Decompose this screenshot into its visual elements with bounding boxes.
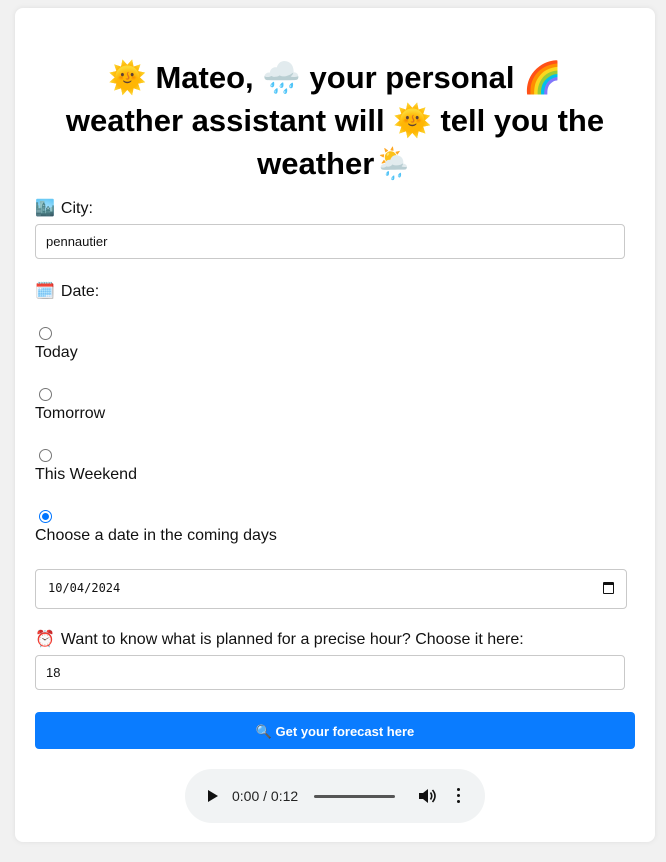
sun-emoji: 🌞	[108, 60, 147, 95]
radio-this-weekend-label: This Weekend	[35, 466, 137, 483]
radio-today-label: Today	[35, 344, 78, 361]
audio-seek-bar[interactable]	[314, 795, 395, 798]
title-part-2: weather assistant will	[65, 103, 385, 138]
date-picker-input[interactable]: 10/04/2024	[35, 569, 627, 609]
city-label: 🏙️ City:	[35, 199, 93, 219]
more-options-icon[interactable]	[455, 788, 463, 804]
sun-rain-emoji: 🌦️	[374, 146, 413, 181]
weather-form-card: 🌞 Mateo, 🌧️ your personal 🌈 weather assi…	[15, 8, 655, 842]
radio-tomorrow-label: Tomorrow	[35, 405, 106, 422]
page-title: 🌞 Mateo, 🌧️ your personal 🌈 weather assi…	[35, 56, 635, 185]
radio-this-weekend[interactable]	[39, 449, 52, 462]
hour-label-text: Want to know what is planned for a preci…	[60, 631, 524, 648]
rainbow-emoji: 🌈	[523, 60, 562, 95]
date-label: 🗓️ Date:	[35, 282, 99, 302]
title-name: Mateo,	[155, 60, 254, 95]
date-label-text: Date:	[60, 283, 100, 300]
play-icon[interactable]	[208, 790, 218, 802]
get-forecast-button[interactable]: 🔍 Get your forecast here	[35, 712, 635, 749]
radio-choose-date-label: Choose a date in the coming days	[35, 527, 277, 544]
rain-cloud-emoji: 🌧️	[262, 60, 301, 95]
hour-input[interactable]	[35, 655, 625, 690]
city-label-text: City:	[60, 200, 93, 217]
city-input[interactable]	[35, 224, 625, 259]
radio-choose-date[interactable]	[39, 510, 52, 523]
volume-icon[interactable]	[418, 788, 436, 804]
get-forecast-label: Get your forecast here	[275, 724, 415, 739]
audio-time: 0:00 / 0:12	[232, 788, 299, 804]
calendar-icon[interactable]	[603, 582, 614, 594]
city-icon: 🏙️	[35, 200, 55, 217]
date-picker-value: 10/04/2024	[48, 581, 121, 595]
title-part-1: your personal	[309, 60, 515, 95]
alarm-clock-icon: ⏰	[35, 631, 55, 648]
radio-tomorrow[interactable]	[39, 388, 52, 401]
radio-today[interactable]	[39, 327, 52, 340]
sun-emoji-2: 🌞	[393, 103, 432, 138]
calendar-emoji-icon: 🗓️	[35, 283, 55, 300]
search-icon: 🔍	[255, 724, 272, 739]
hour-label: ⏰ Want to know what is planned for a prec…	[35, 630, 524, 650]
audio-player: 0:00 / 0:12	[185, 769, 485, 823]
